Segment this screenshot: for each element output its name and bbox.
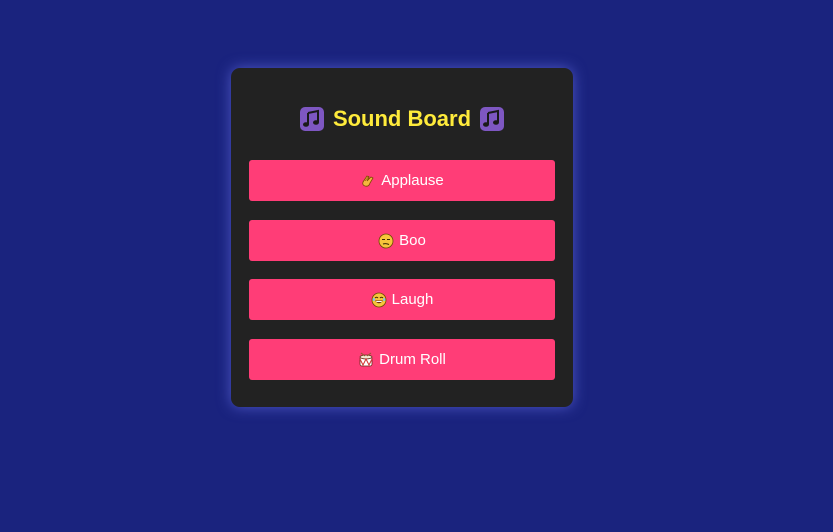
drum-roll-button[interactable]: Drum Roll bbox=[249, 339, 555, 380]
laughing-face-icon bbox=[371, 292, 387, 307]
musical-notes-icon bbox=[480, 107, 505, 131]
laugh-button[interactable]: Laugh bbox=[249, 279, 555, 320]
laugh-label: Laugh bbox=[391, 291, 434, 308]
unamused-face-icon bbox=[378, 233, 394, 248]
page-title: Sound Board bbox=[231, 104, 573, 134]
applause-label: Applause bbox=[381, 172, 444, 189]
title-text: Sound Board bbox=[332, 106, 472, 131]
drum-icon bbox=[359, 352, 373, 366]
boo-label: Boo bbox=[399, 232, 426, 249]
clapping-hands-icon bbox=[362, 174, 374, 187]
sound-board-panel: Sound Board Applause Boo Laugh Drum Roll bbox=[231, 68, 573, 407]
drum-roll-label: Drum Roll bbox=[379, 351, 446, 368]
musical-notes-icon bbox=[299, 107, 324, 131]
boo-button[interactable]: Boo bbox=[249, 220, 555, 261]
applause-button[interactable]: Applause bbox=[249, 160, 555, 201]
